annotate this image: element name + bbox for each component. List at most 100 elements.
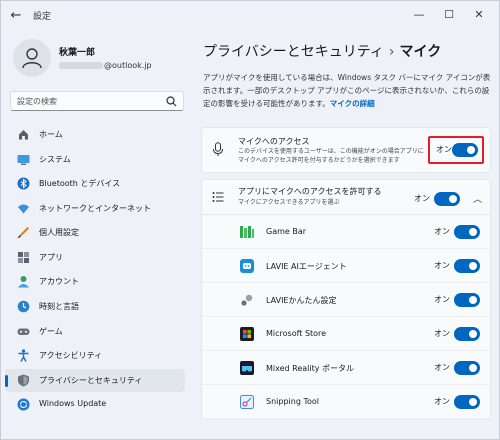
learn-more-link[interactable]: マイクの詳細 (330, 99, 375, 108)
app-toggle[interactable] (454, 225, 480, 239)
accessibility-icon (18, 349, 29, 363)
toggle-state-label: オン (434, 261, 450, 270)
sidebar-item-personalization[interactable]: 個人用設定 (5, 221, 185, 244)
snipping-tool-icon (240, 395, 254, 409)
highlight-box: オン (428, 136, 484, 164)
sidebar-item-label: アプリ (39, 252, 63, 262)
avatar (13, 39, 51, 77)
sidebar-item-label: ホーム (39, 130, 63, 139)
microphone-access-title: マイクへのアクセス (238, 137, 310, 146)
sidebar-item-system[interactable]: システム (5, 148, 185, 171)
microphone-access-toggle[interactable] (452, 143, 478, 157)
microphone-icon (213, 142, 223, 156)
list-item: Snipping Tool オン (201, 385, 491, 419)
gaming-icon (17, 328, 30, 335)
personalization-icon (17, 227, 29, 239)
user-email-suffix: @outlook.jp (104, 61, 152, 70)
breadcrumb: プライバシーとセキュリティ › マイク (203, 41, 441, 61)
chevron-up-icon[interactable]: ︿ (473, 192, 482, 205)
sidebar-item-label: ゲーム (39, 326, 63, 336)
sidebar-item-windows-update[interactable]: Windows Update (5, 393, 185, 416)
toggle-state-label: オン (434, 295, 450, 304)
app-access-card[interactable]: アプリにマイクへのアクセスを許可する マイクにアクセスできるアプリを選ぶ オン … (201, 179, 491, 215)
game-bar-icon (240, 226, 254, 238)
sidebar-item-label: Bluetooth とデバイス (39, 179, 121, 189)
toggle-state-label: オン (434, 397, 450, 406)
app-toggle[interactable] (454, 395, 480, 409)
sidebar-item-network[interactable]: ネットワークとインターネット (5, 197, 185, 220)
app-name: Mixed Reality ポータル (266, 364, 355, 373)
app-toggle[interactable] (454, 327, 480, 341)
sidebar-item-label: 時刻と言語 (39, 302, 79, 312)
app-access-title: アプリにマイクへのアクセスを許可する (238, 187, 382, 196)
app-toggle[interactable] (454, 361, 480, 375)
search-input[interactable] (17, 95, 157, 108)
app-name: Snipping Tool (266, 397, 319, 406)
toggle-state-label: オン (434, 329, 450, 338)
app-access-toggle[interactable] (434, 192, 460, 206)
list-item: Game Bar オン (201, 215, 491, 249)
privacy-shield-icon (18, 374, 29, 387)
user-icon (22, 48, 42, 69)
nav-list: ホーム システム Bluetooth とデバイス ネットワークとインターネット … (5, 123, 185, 418)
sidebar-item-label: Windows Update (39, 399, 107, 409)
breadcrumb-parent[interactable]: プライバシーとセキュリティ (203, 44, 384, 60)
toggle-state-label: オン (414, 194, 430, 203)
app-name: LAVIE AIエージェント (266, 262, 347, 271)
main-content: プライバシーとセキュリティ › マイク アプリがマイクを使用している場合は、Wind… (191, 31, 497, 439)
list-item: LAVIEかんたん設定 オン (201, 283, 491, 317)
user-email: @outlook.jp (59, 61, 152, 70)
app-access-subtitle: マイクにアクセスできるアプリを選ぶ (238, 199, 340, 206)
lavie-settings-icon (241, 294, 253, 306)
minimize-button[interactable]: — (405, 3, 433, 27)
windows-update-icon (17, 398, 30, 411)
title-bar: ← 設定 — ☐ ✕ (1, 1, 499, 31)
app-name: LAVIEかんたん設定 (266, 296, 337, 305)
microphone-access-card: マイクへのアクセス このデバイスを使用するユーザーは、この機能がオンの場合アプリ… (201, 127, 491, 173)
sidebar-item-label: 個人用設定 (39, 228, 79, 238)
list-item: Microsoft Store オン (201, 317, 491, 351)
apps-icon (18, 251, 29, 263)
lavie-ai-icon (240, 259, 254, 273)
search-box[interactable] (10, 91, 184, 111)
sidebar-item-accounts[interactable]: アカウント (5, 270, 185, 293)
search-icon[interactable] (166, 96, 177, 107)
toggle-state-label: オン (434, 227, 450, 236)
store-icon (240, 327, 254, 341)
system-icon (17, 154, 30, 165)
page-title: マイク (399, 44, 442, 60)
app-toggle[interactable] (454, 293, 480, 307)
sidebar-item-gaming[interactable]: ゲーム (5, 320, 185, 343)
sidebar-item-label: アカウント (39, 277, 79, 287)
home-icon (19, 130, 28, 140)
user-profile[interactable]: 秋葉一郎 @outlook.jp (13, 39, 183, 79)
accounts-icon (18, 276, 29, 288)
time-language-icon (17, 300, 30, 313)
list-item: LAVIE AIエージェント オン (201, 249, 491, 283)
sidebar-item-time-language[interactable]: 時刻と言語 (5, 295, 185, 318)
microphone-access-subtitle: このデバイスを使用するユーザーは、この機能がオンの場合アプリにマイクへのアクセス… (238, 148, 424, 164)
sidebar-item-label: アクセシビリティ (39, 351, 103, 361)
sidebar-item-apps[interactable]: アプリ (5, 246, 185, 269)
user-name: 秋葉一郎 (59, 48, 96, 58)
sidebar-item-label: プライバシーとセキュリティ (39, 375, 143, 385)
sidebar-item-label: システム (39, 154, 71, 164)
window-title: 設定 (33, 12, 52, 22)
page-description: アプリがマイクを使用している場合は、Windows タスク バーにマイク アイコ… (203, 71, 491, 110)
sidebar-item-home[interactable]: ホーム (5, 123, 185, 146)
sidebar-item-accessibility[interactable]: アクセシビリティ (5, 344, 185, 367)
sidebar-item-bluetooth[interactable]: Bluetooth とデバイス (5, 172, 185, 195)
list-item: Mixed Reality ポータル オン (201, 351, 491, 385)
app-name: Game Bar (266, 227, 307, 236)
breadcrumb-separator: › (388, 44, 395, 60)
sidebar-item-privacy-security[interactable]: プライバシーとセキュリティ (5, 368, 185, 392)
sidebar: 秋葉一郎 @outlook.jp ホーム システム Bluetooth とデバイ… (1, 31, 189, 439)
toggle-state-label: オン (434, 363, 450, 372)
toggle-state-label: オン (436, 145, 452, 154)
close-button[interactable]: ✕ (465, 3, 493, 27)
mixed-reality-icon (240, 361, 254, 375)
app-toggle[interactable] (454, 259, 480, 273)
maximize-button[interactable]: ☐ (435, 3, 463, 27)
network-icon (18, 204, 29, 214)
back-arrow-icon[interactable]: ← (7, 7, 25, 25)
